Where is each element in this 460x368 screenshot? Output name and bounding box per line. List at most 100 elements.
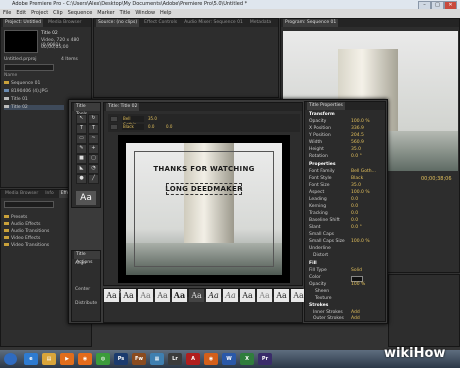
prop-row[interactable]: Font Family Bell Goth... bbox=[309, 169, 385, 174]
excel-icon[interactable]: X bbox=[240, 353, 254, 365]
prop-row[interactable]: Kerning 0.0 bbox=[309, 204, 385, 209]
fireworks-icon[interactable]: Fw bbox=[132, 353, 146, 365]
prop-row[interactable]: Inner Strokes Add bbox=[313, 310, 389, 315]
roll-crawl-icon[interactable] bbox=[110, 124, 118, 130]
photoshop-icon[interactable]: Ps bbox=[114, 353, 128, 365]
style-swatch[interactable]: Aa bbox=[206, 289, 221, 302]
explorer-icon[interactable]: ▤ bbox=[42, 353, 56, 365]
tab-title-properties[interactable]: Title Properties bbox=[307, 102, 345, 110]
project-item[interactable]: 8190406 (4).JPG bbox=[4, 89, 48, 94]
prop-row[interactable]: Fill Type Solid bbox=[309, 268, 385, 273]
prop-row[interactable]: Color bbox=[309, 275, 385, 282]
prop-row[interactable]: Slant 0.0 ° bbox=[309, 225, 385, 230]
menu-clip[interactable]: Clip bbox=[53, 9, 62, 18]
tab-info[interactable]: Info bbox=[43, 190, 56, 198]
prop-row[interactable]: Leading 0.0 bbox=[309, 197, 385, 202]
font-size-value[interactable]: 35.0 bbox=[148, 116, 157, 121]
effects-folder[interactable]: Video Effects bbox=[4, 236, 40, 241]
prop-row[interactable]: Opacity 100 % bbox=[309, 282, 385, 287]
new-title-icon[interactable] bbox=[110, 116, 118, 122]
type-tool-icon[interactable]: T bbox=[76, 124, 87, 134]
premiere-icon[interactable]: Pr bbox=[258, 353, 272, 365]
ellipse-tool-icon[interactable]: ● bbox=[76, 174, 87, 184]
tab-metadata[interactable]: Metadata bbox=[248, 19, 273, 27]
prop-row[interactable]: X Position 336.9 bbox=[309, 126, 385, 131]
area-type-tool-icon[interactable]: ▭ bbox=[76, 134, 87, 144]
effects-folder[interactable]: Video Transitions bbox=[4, 243, 49, 248]
media-player-icon[interactable]: ▶ bbox=[60, 353, 74, 365]
style-swatch[interactable]: Aa bbox=[274, 289, 289, 302]
menu-sequence[interactable]: Sequence bbox=[68, 9, 93, 18]
prop-row[interactable]: Texture bbox=[315, 296, 391, 301]
transform-section-header[interactable]: Transform bbox=[309, 112, 385, 117]
pen-tool-icon[interactable]: ✎ bbox=[76, 144, 87, 154]
menu-help[interactable]: Help bbox=[160, 9, 171, 18]
rounded-rect-tool-icon[interactable]: ▢ bbox=[88, 154, 99, 164]
path-type-tool-icon[interactable]: ~ bbox=[88, 134, 99, 144]
font-dropdown[interactable]: Bell Gothic... bbox=[122, 116, 144, 127]
style-swatch[interactable]: Aa bbox=[189, 289, 204, 302]
menu-marker[interactable]: Marker bbox=[97, 9, 114, 18]
project-item[interactable]: Title 02 bbox=[4, 105, 64, 110]
style-swatch[interactable]: Aa bbox=[257, 289, 272, 302]
strokes-section-header[interactable]: Strokes bbox=[309, 303, 385, 308]
project-item[interactable]: Sequence 01 bbox=[4, 81, 40, 86]
prop-row[interactable]: Outer Strokes Add bbox=[313, 316, 389, 321]
prop-row[interactable]: Distort bbox=[313, 253, 389, 258]
effects-folder[interactable]: Audio Transitions bbox=[4, 229, 49, 234]
style-swatch[interactable]: Aa bbox=[121, 289, 136, 302]
rotation-tool-icon[interactable]: ↻ bbox=[88, 114, 99, 124]
leading-value[interactable]: 0.0 bbox=[166, 124, 172, 129]
prop-row[interactable]: Underline bbox=[309, 246, 385, 251]
tab-source[interactable]: Source: (no clips) bbox=[96, 19, 140, 27]
acrobat-icon[interactable]: A bbox=[186, 353, 200, 365]
project-search-input[interactable] bbox=[4, 64, 54, 71]
chrome-icon[interactable]: ◍ bbox=[96, 353, 110, 365]
program-timecode[interactable]: 00;00;38;06 bbox=[421, 176, 452, 182]
style-swatch[interactable]: Aa bbox=[155, 289, 170, 302]
prop-row[interactable]: Small Caps bbox=[309, 232, 385, 237]
fill-section-header[interactable]: Fill bbox=[309, 261, 385, 266]
selection-tool-icon[interactable]: ↖ bbox=[76, 114, 87, 124]
vertical-type-tool-icon[interactable]: T bbox=[88, 124, 99, 134]
tab-project[interactable]: Project: Untitled bbox=[3, 19, 44, 27]
style-swatch[interactable]: Aa bbox=[223, 289, 238, 302]
paint-icon[interactable]: ▦ bbox=[150, 353, 164, 365]
tab-title-actions[interactable]: Title Actions bbox=[74, 251, 100, 265]
kerning-value[interactable]: 0.0 bbox=[148, 124, 154, 129]
style-swatch[interactable]: Aa bbox=[138, 289, 153, 302]
tab-media-browser-2[interactable]: Media Browser bbox=[3, 190, 40, 198]
project-item[interactable]: Title 01 bbox=[4, 97, 28, 102]
menu-window[interactable]: Window bbox=[135, 9, 155, 18]
menu-file[interactable]: File bbox=[3, 9, 11, 18]
effects-search-input[interactable] bbox=[4, 201, 54, 208]
style-swatch[interactable]: Aa bbox=[104, 289, 119, 302]
prop-row[interactable]: Font Size 35.0 bbox=[309, 183, 385, 188]
prop-row[interactable]: Baseline Shift 0.0 bbox=[309, 218, 385, 223]
prop-row[interactable]: Width 560.9 bbox=[309, 140, 385, 145]
ie-icon[interactable]: e bbox=[24, 353, 38, 365]
prop-row[interactable]: Height 35.0 bbox=[309, 147, 385, 152]
tab-program[interactable]: Program: Sequence 01 bbox=[283, 19, 339, 27]
arc-tool-icon[interactable]: ◔ bbox=[88, 164, 99, 174]
lightroom-icon[interactable]: Lr bbox=[168, 353, 182, 365]
effects-folder[interactable]: Audio Effects bbox=[4, 222, 41, 227]
font-style-dropdown[interactable]: Black bbox=[122, 124, 144, 130]
word-icon[interactable]: W bbox=[222, 353, 236, 365]
tab-audio-mixer[interactable]: Audio Mixer: Sequence 01 bbox=[182, 19, 245, 27]
tab-effect-controls[interactable]: Effect Controls bbox=[142, 19, 179, 27]
prop-row[interactable]: Rotation 0.0 ° bbox=[309, 154, 385, 159]
title-canvas[interactable]: THANKS FOR WATCHING LONG DEEDMAKER bbox=[118, 135, 290, 283]
tab-title-tools[interactable]: Title Tools bbox=[74, 103, 100, 117]
prop-row[interactable]: Sheen bbox=[315, 289, 391, 294]
prop-row[interactable]: Opacity 100.0 % bbox=[309, 119, 385, 124]
menu-edit[interactable]: Edit bbox=[16, 9, 26, 18]
firefox-icon[interactable]: ◉ bbox=[78, 353, 92, 365]
menu-project[interactable]: Project bbox=[31, 9, 48, 18]
tab-title[interactable]: Title: Title 02 bbox=[106, 103, 140, 111]
menu-title[interactable]: Title bbox=[120, 9, 131, 18]
prop-row[interactable]: Aspect 100.0 % bbox=[309, 190, 385, 195]
title-line-1[interactable]: THANKS FOR WATCHING bbox=[126, 165, 282, 173]
anchor-tool-icon[interactable]: + bbox=[88, 144, 99, 154]
wedge-tool-icon[interactable]: ◣ bbox=[76, 164, 87, 174]
